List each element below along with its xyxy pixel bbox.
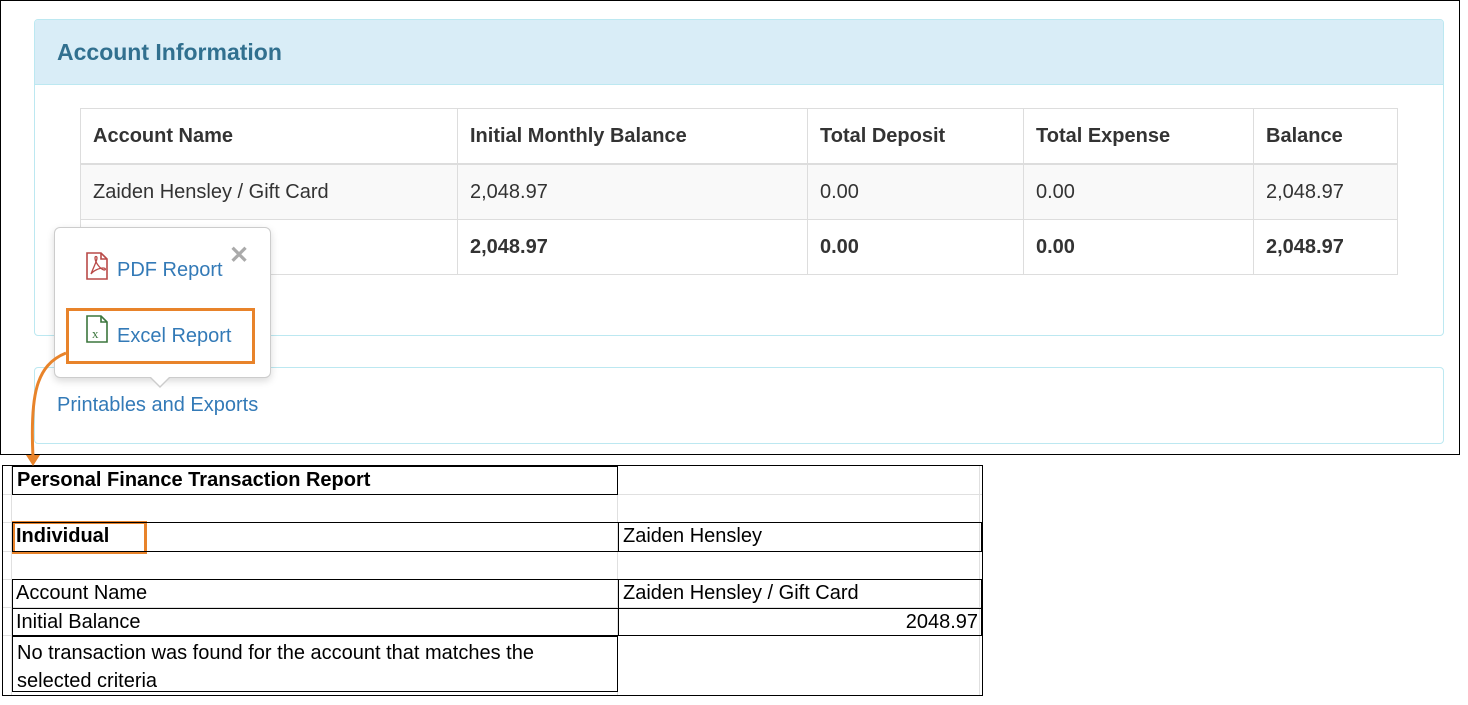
no-transaction-line-1: No transaction was found for the account… (17, 642, 534, 664)
excel-report-label: Excel Report (117, 325, 232, 347)
cell-initial-monthly-balance: 2,048.97 (457, 163, 808, 220)
no-transaction-message: No transaction was found for the account… (12, 636, 618, 692)
pdf-file-icon (85, 252, 109, 289)
table-header-row: Account Name Initial Monthly Balance Tot… (80, 108, 1398, 165)
excel-file-icon: x (85, 312, 109, 362)
excel-report-link[interactable]: x Excel Report (66, 308, 255, 364)
svg-text:x: x (92, 326, 99, 341)
initial-balance-value: 2048.97 (618, 608, 982, 636)
individual-value: Zaiden Hensley (618, 523, 982, 552)
table-row: Zaiden Hensley / Gift Card 2,048.97 0.00… (80, 163, 1398, 220)
cell-total-expense: 0.00 (1023, 163, 1254, 220)
initial-balance-label: Initial Balance (12, 608, 618, 636)
totals-row: 2,048.97 0.00 0.00 2,048.97 (80, 219, 1398, 275)
pdf-report-link[interactable]: PDF Report (85, 252, 225, 289)
column-header-initial-monthly-balance: Initial Monthly Balance (457, 108, 808, 165)
total-deposit: 0.00 (807, 219, 1024, 275)
account-name-label: Account Name (16, 582, 148, 604)
total-expense: 0.00 (1023, 219, 1254, 275)
printables-and-exports-link[interactable]: Printables and Exports (57, 394, 258, 417)
column-header-account-name: Account Name (80, 108, 458, 165)
popover-arrow (149, 376, 171, 388)
printables-panel: Printables and Exports (34, 367, 1444, 444)
app-screenshot: Account Information Account Name Initial… (0, 0, 1460, 455)
account-table: Account Name Initial Monthly Balance Tot… (80, 108, 1398, 275)
total-initial-monthly-balance: 2,048.97 (457, 219, 808, 275)
column-header-total-deposit: Total Deposit (807, 108, 1024, 165)
account-name-value: Zaiden Hensley / Gift Card (618, 580, 982, 608)
total-balance: 2,048.97 (1253, 219, 1398, 275)
cell-account-name: Zaiden Hensley / Gift Card (80, 163, 458, 220)
panel-title: Account Information (35, 20, 1443, 85)
no-transaction-line-2: selected criteria (17, 670, 158, 692)
column-header-total-expense: Total Expense (1023, 108, 1254, 165)
cell-total-deposit: 0.00 (807, 163, 1024, 220)
column-header-balance: Balance (1253, 108, 1398, 165)
report-title: Personal Finance Transaction Report (12, 466, 618, 495)
individual-highlight-box (12, 521, 147, 554)
pdf-report-label: PDF Report (117, 258, 223, 281)
close-icon[interactable]: ✕ (229, 244, 249, 268)
export-popover: ✕ PDF Report x Excel Report (54, 227, 271, 388)
excel-report-preview: Personal Finance Transaction Report Indi… (2, 465, 983, 696)
cell-balance: 2,048.97 (1253, 163, 1398, 220)
